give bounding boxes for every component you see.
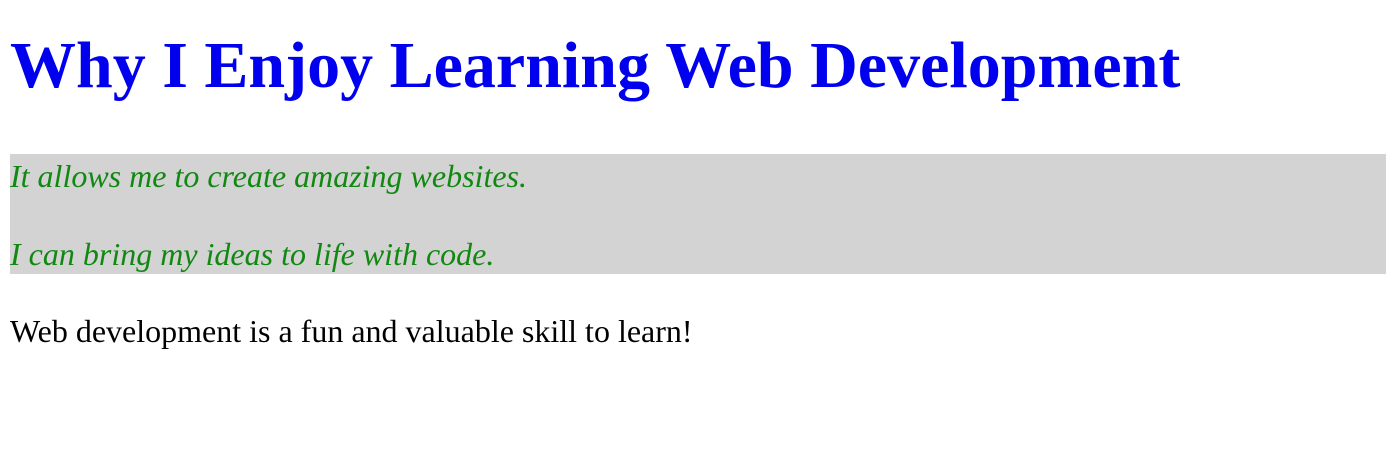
page: Why I Enjoy Learning Web Development It … (0, 0, 1386, 450)
highlight-line-1: It allows me to create amazing websites. (10, 158, 527, 194)
highlight-line-2: I can bring my ideas to life with code. (10, 236, 495, 272)
page-title: Why I Enjoy Learning Web Development (10, 29, 1181, 102)
highlight-box: It allows me to create amazing websites.… (10, 154, 1386, 274)
body-paragraph: Web development is a fun and valuable sk… (10, 313, 693, 349)
